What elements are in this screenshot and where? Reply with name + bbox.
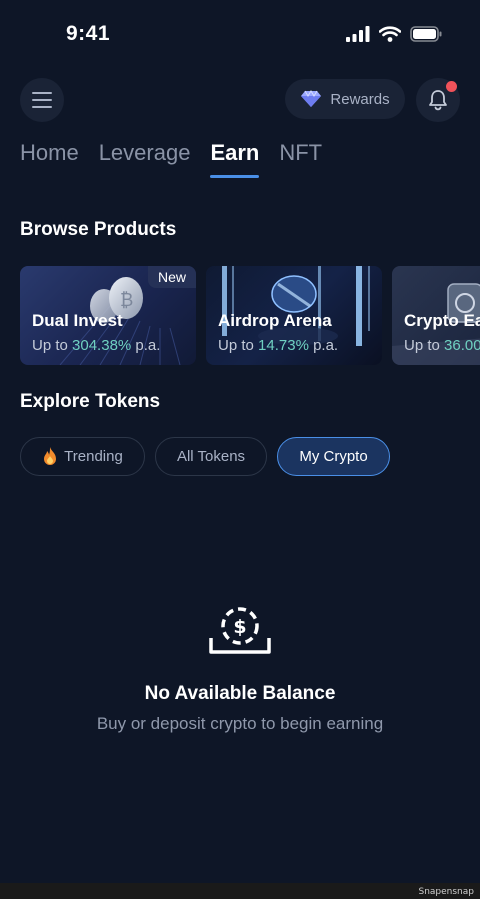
- filter-label: All Tokens: [176, 448, 246, 465]
- rate-prefix: Up to: [218, 337, 259, 354]
- status-bar: 9:41: [0, 0, 480, 70]
- coin-deposit-icon: $: [209, 607, 271, 654]
- status-time: 9:41: [66, 22, 111, 45]
- token-filters: Trending All Tokens My Crypto: [20, 437, 390, 476]
- rewards-label: Rewards: [330, 90, 390, 108]
- menu-button[interactable]: [20, 78, 64, 122]
- rate-prefix: Up to: [32, 337, 73, 354]
- notifications-button[interactable]: [416, 78, 460, 122]
- tab-home[interactable]: Home: [20, 140, 79, 178]
- rate-value: 14.73%: [258, 337, 309, 354]
- bell-icon: [429, 90, 447, 111]
- product-card-dual-invest[interactable]: ₿ New Dual Invest Up to 304.38% p.a.: [20, 266, 196, 365]
- explore-tokens-title: Explore Tokens: [20, 391, 161, 412]
- signal-icon: [346, 26, 370, 42]
- rate-value: 304.38%: [72, 337, 132, 354]
- product-name: Crypto Ea: [404, 311, 480, 330]
- watermark: Snapensnap: [418, 887, 474, 897]
- top-tabs: Home Leverage Earn NFT: [20, 140, 322, 178]
- filter-label: My Crypto: [299, 448, 368, 465]
- rate-suffix: p.a.: [308, 337, 339, 354]
- filter-label: Trending: [64, 448, 123, 465]
- rate-prefix: Up to: [404, 337, 445, 354]
- diamond-icon: [301, 90, 322, 107]
- product-rate: Up to 14.73% p.a.: [218, 337, 338, 354]
- status-icons: [346, 26, 442, 42]
- wifi-icon: [379, 26, 401, 42]
- product-name: Airdrop Arena: [218, 311, 332, 330]
- empty-state-subtitle: Buy or deposit crypto to begin earning: [96, 714, 384, 733]
- tab-leverage[interactable]: Leverage: [99, 140, 191, 178]
- new-badge: New: [147, 266, 196, 288]
- tab-earn[interactable]: Earn: [210, 140, 259, 178]
- battery-icon: [410, 26, 442, 42]
- tab-nft[interactable]: NFT: [279, 140, 322, 178]
- browse-products-title: Browse Products: [20, 219, 177, 240]
- filter-my-crypto[interactable]: My Crypto: [277, 437, 390, 476]
- product-name: Dual Invest: [32, 311, 123, 330]
- hamburger-icon: [32, 92, 52, 108]
- product-card-crypto-earn[interactable]: Crypto Ea Up to 36.00: [392, 266, 480, 365]
- rate-suffix: p.a.: [131, 337, 161, 354]
- rate-value: 36.00: [444, 337, 480, 354]
- bottom-strip: [0, 883, 480, 899]
- filter-trending[interactable]: Trending: [20, 437, 145, 476]
- product-rate: Up to 304.38% p.a.: [32, 337, 160, 354]
- svg-text:$: $: [233, 616, 246, 638]
- rewards-button[interactable]: Rewards: [285, 79, 405, 119]
- fire-icon: [44, 447, 57, 465]
- notification-dot: [446, 81, 457, 92]
- empty-state-title: No Available Balance: [144, 683, 336, 704]
- product-rate: Up to 36.00: [404, 337, 480, 354]
- product-card-airdrop-arena[interactable]: Airdrop Arena Up to 14.73% p.a.: [206, 266, 382, 365]
- filter-all-tokens[interactable]: All Tokens: [155, 437, 267, 476]
- products-carousel[interactable]: ₿ New Dual Invest Up to 304.38% p.a. Air…: [20, 266, 480, 366]
- svg-text:₿: ₿: [120, 290, 133, 311]
